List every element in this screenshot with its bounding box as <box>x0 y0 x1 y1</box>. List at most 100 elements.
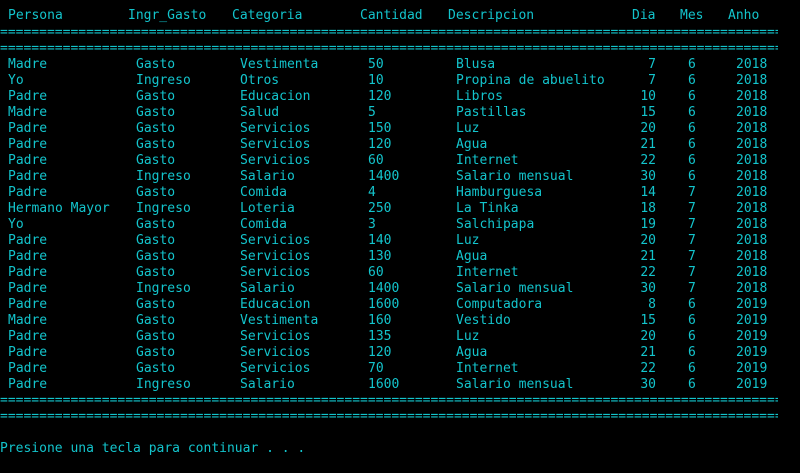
cell-cantidad: 50 <box>368 57 384 72</box>
cell-anho: 2019 <box>736 361 768 376</box>
cell-cantidad: 4 <box>368 185 376 200</box>
cell-descripcion: Propina de abuelito <box>456 73 605 88</box>
cell-ingr-gasto: Gasto <box>136 361 176 376</box>
header-dia: Dia <box>632 8 656 23</box>
table-row: Padre Gasto Servicios 150 Luz 20 6 2018 <box>0 121 800 137</box>
cell-dia: 22 <box>640 153 656 168</box>
table-row: Padre Gasto Servicios 120 Agua 21 6 2018 <box>0 137 800 153</box>
cell-mes: 6 <box>688 377 696 392</box>
header-descripcion: Descripcion <box>448 8 535 23</box>
cell-anho: 2018 <box>736 281 768 296</box>
cell-dia: 21 <box>640 249 656 264</box>
cell-persona: Padre <box>8 297 48 312</box>
cell-categoria: Servicios <box>240 153 311 168</box>
cell-dia: 21 <box>640 137 656 152</box>
cell-dia: 20 <box>640 329 656 344</box>
cell-persona: Madre <box>8 105 48 120</box>
separator-line: ========================================… <box>0 25 778 40</box>
cell-categoria: Salario <box>240 377 295 392</box>
cell-persona: Padre <box>8 121 48 136</box>
cell-cantidad: 1400 <box>368 281 400 296</box>
cell-persona: Padre <box>8 185 48 200</box>
table-row: Padre Ingreso Salario 1400 Salario mensual 30… <box>0 281 800 297</box>
cell-cantidad: 150 <box>368 121 392 136</box>
cell-dia: 15 <box>640 105 656 120</box>
cell-categoria: Servicios <box>240 265 311 280</box>
table-row: Hermano Mayor Ingreso Loteria 250 La Tinka 18… <box>0 201 800 217</box>
cell-persona: Padre <box>8 153 48 168</box>
cell-anho: 2019 <box>736 377 768 392</box>
cell-ingr-gasto: Gasto <box>136 105 176 120</box>
cell-cantidad: 5 <box>368 105 376 120</box>
separator-line: ========================================… <box>0 393 778 408</box>
cell-persona: Padre <box>8 329 48 344</box>
cell-ingr-gasto: Gasto <box>136 185 176 200</box>
cell-dia: 30 <box>640 281 656 296</box>
cell-categoria: Servicios <box>240 361 311 376</box>
cell-mes: 7 <box>688 249 696 264</box>
cell-mes: 7 <box>688 217 696 232</box>
table-row: Padre Gasto Educacion 1600 Computadora 8 6 2019 <box>0 297 800 313</box>
cell-anho: 2018 <box>736 105 768 120</box>
cell-persona: Madre <box>8 313 48 328</box>
cell-dia: 22 <box>640 361 656 376</box>
cell-dia: 21 <box>640 345 656 360</box>
cell-ingr-gasto: Gasto <box>136 249 176 264</box>
cell-cantidad: 60 <box>368 153 384 168</box>
cell-cantidad: 1600 <box>368 377 400 392</box>
cell-mes: 6 <box>688 137 696 152</box>
cell-ingr-gasto: Gasto <box>136 217 176 232</box>
cell-mes: 7 <box>688 265 696 280</box>
cell-descripcion: La Tinka <box>456 201 519 216</box>
cell-cantidad: 120 <box>368 89 392 104</box>
separator-line: ========================================… <box>0 41 778 56</box>
header-ingr-gasto: Ingr_Gasto <box>128 8 207 23</box>
cell-persona: Padre <box>8 137 48 152</box>
cell-descripcion: Hamburguesa <box>456 185 543 200</box>
cell-anho: 2019 <box>736 313 768 328</box>
cell-descripcion: Salario mensual <box>456 281 574 296</box>
cell-descripcion: Salario mensual <box>456 377 574 392</box>
cell-anho: 2018 <box>736 137 768 152</box>
cell-categoria: Salario <box>240 281 295 296</box>
cell-mes: 6 <box>688 153 696 168</box>
cell-persona: Yo <box>8 217 24 232</box>
cell-mes: 6 <box>688 361 696 376</box>
header-cantidad: Cantidad <box>360 8 423 23</box>
cell-mes: 7 <box>688 281 696 296</box>
cell-persona: Padre <box>8 377 48 392</box>
cell-cantidad: 70 <box>368 361 384 376</box>
table-row: Padre Gasto Servicios 140 Luz 20 7 2018 <box>0 233 800 249</box>
cell-anho: 2019 <box>736 329 768 344</box>
cell-dia: 30 <box>640 377 656 392</box>
console-window: Persona Ingr_Gasto Categoria Cantidad De… <box>0 0 800 473</box>
cell-descripcion: Salchipapa <box>456 217 535 232</box>
cell-persona: Padre <box>8 249 48 264</box>
cell-dia: 20 <box>640 121 656 136</box>
cell-dia: 8 <box>648 297 656 312</box>
table-row: Padre Gasto Comida 4 Hamburguesa 14 7 2018 <box>0 185 800 201</box>
cell-categoria: Educacion <box>240 89 311 104</box>
cell-ingr-gasto: Ingreso <box>136 201 191 216</box>
cell-persona: Padre <box>8 345 48 360</box>
cell-cantidad: 10 <box>368 73 384 88</box>
cell-anho: 2018 <box>736 121 768 136</box>
cell-persona: Padre <box>8 281 48 296</box>
cell-categoria: Vestimenta <box>240 313 319 328</box>
cell-anho: 2018 <box>736 265 768 280</box>
cell-descripcion: Agua <box>456 137 488 152</box>
cell-mes: 6 <box>688 57 696 72</box>
cell-mes: 6 <box>688 329 696 344</box>
cell-cantidad: 60 <box>368 265 384 280</box>
cell-descripcion: Blusa <box>456 57 496 72</box>
cell-dia: 15 <box>640 313 656 328</box>
cell-mes: 7 <box>688 185 696 200</box>
cell-cantidad: 130 <box>368 249 392 264</box>
cell-cantidad: 140 <box>368 233 392 248</box>
table-row: Padre Ingreso Salario 1400 Salario mensual 30… <box>0 169 800 185</box>
cell-cantidad: 120 <box>368 345 392 360</box>
table-row: Padre Gasto Servicios 130 Agua 21 7 2018 <box>0 249 800 265</box>
cell-descripcion: Internet <box>456 361 519 376</box>
cell-persona: Yo <box>8 73 24 88</box>
cell-ingr-gasto: Gasto <box>136 233 176 248</box>
